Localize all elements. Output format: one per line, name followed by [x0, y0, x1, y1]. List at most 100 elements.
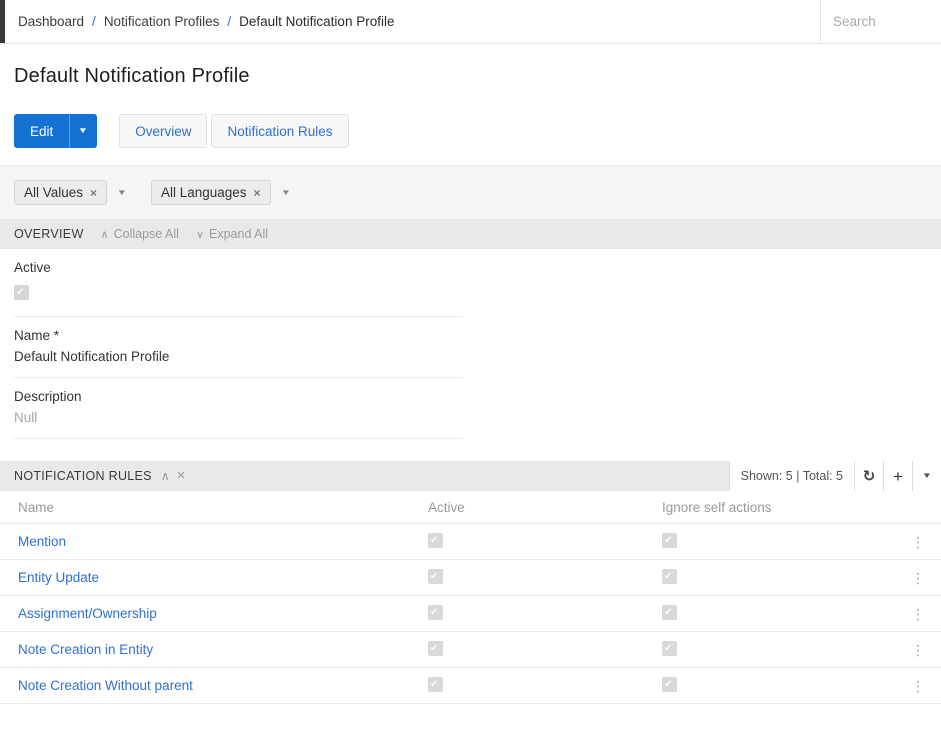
breadcrumb-notification-profiles[interactable]: Notification Profiles: [104, 14, 220, 29]
table-row: Entity Update ✔ ✔ ⋮: [0, 560, 941, 596]
table-row: Assignment/Ownership ✔ ✔ ⋮: [0, 596, 941, 632]
refresh-icon: ↻: [863, 469, 876, 484]
table-row: Mention ✔ ✔ ⋮: [0, 524, 941, 560]
notification-rules-tab-button[interactable]: Notification Rules: [211, 114, 348, 148]
notification-rules-table: Name Active Ignore self actions Mention …: [0, 491, 941, 704]
remove-tag-icon[interactable]: ×: [254, 187, 261, 199]
notification-rules-header-left: NOTIFICATION RULES ∧ ×: [14, 469, 185, 483]
check-icon: ✔: [664, 606, 672, 619]
overview-panel-header: OVERVIEW ∧ Collapse All ∨ Expand All: [0, 219, 941, 249]
add-rule-button[interactable]: +: [883, 461, 912, 491]
active-checkbox-checked: ✔: [428, 569, 443, 584]
table-row: Note Creation in Entity ✔ ✔ ⋮: [0, 632, 941, 668]
collapse-all-link[interactable]: ∧ Collapse All: [101, 227, 179, 241]
search-input[interactable]: [821, 0, 941, 43]
collapse-panel-icon[interactable]: ∧: [161, 470, 170, 482]
row-actions-menu-button[interactable]: ⋮: [905, 639, 931, 661]
kebab-icon: ⋮: [911, 678, 925, 694]
breadcrumb-separator: /: [92, 14, 96, 29]
check-icon: ✔: [16, 286, 24, 299]
breadcrumb-dashboard[interactable]: Dashboard: [18, 14, 84, 29]
panel-menu-button[interactable]: ▼: [912, 461, 941, 491]
breadcrumb-separator: /: [227, 14, 231, 29]
top-navbar: Dashboard / Notification Profiles / Defa…: [0, 0, 941, 44]
rule-link[interactable]: Mention: [18, 534, 66, 549]
field-active: Active ✔: [14, 249, 463, 317]
overview-panel-title: OVERVIEW: [14, 227, 84, 241]
field-description-label: Description: [14, 389, 463, 404]
refresh-button[interactable]: ↻: [854, 461, 883, 491]
field-name-value: Default Notification Profile: [14, 349, 463, 364]
column-header-active: Active: [410, 500, 644, 515]
shown-total-counter: Shown: 5 | Total: 5: [730, 461, 854, 491]
overview-panel-body: Active ✔ Name * Default Notification Pro…: [0, 249, 941, 461]
caret-down-icon[interactable]: ▼: [117, 189, 127, 197]
values-filter-label: All Values: [24, 185, 83, 200]
row-actions-menu-button[interactable]: ⋮: [905, 675, 931, 697]
kebab-icon: ⋮: [911, 570, 925, 586]
ignore-self-actions-checkbox-checked: ✔: [662, 533, 677, 548]
caret-down-icon[interactable]: ▼: [280, 189, 290, 197]
column-header-name: Name: [0, 500, 410, 515]
rule-link[interactable]: Note Creation in Entity: [18, 642, 153, 657]
edit-button[interactable]: Edit: [14, 114, 69, 148]
rule-link[interactable]: Note Creation Without parent: [18, 678, 193, 693]
row-actions-menu-button[interactable]: ⋮: [905, 531, 931, 553]
values-filter-tag[interactable]: All Values ×: [14, 180, 107, 205]
chevron-down-icon: ∨: [196, 228, 204, 241]
kebab-icon: ⋮: [911, 534, 925, 550]
field-name: Name * Default Notification Profile: [14, 317, 463, 378]
check-icon: ✔: [664, 678, 672, 691]
expand-all-link[interactable]: ∨ Expand All: [196, 227, 268, 241]
edit-dropdown-button[interactable]: ▼: [69, 114, 97, 148]
languages-filter: All Languages × ▼: [151, 180, 290, 205]
active-checkbox-checked: ✔: [428, 605, 443, 620]
check-icon: ✔: [430, 678, 438, 691]
rule-link[interactable]: Entity Update: [18, 570, 99, 585]
collapse-all-label: Collapse All: [114, 227, 179, 241]
check-icon: ✔: [430, 570, 438, 583]
edit-split-button: Edit ▼: [14, 114, 97, 148]
ignore-self-actions-checkbox-checked: ✔: [662, 641, 677, 656]
global-search: [820, 0, 941, 43]
notification-rules-header-actions: Shown: 5 | Total: 5 ↻ + ▼: [729, 461, 941, 491]
kebab-icon: ⋮: [911, 606, 925, 622]
notification-rules-panel: NOTIFICATION RULES ∧ × Shown: 5 | Total:…: [0, 461, 941, 704]
expand-all-label: Expand All: [209, 227, 268, 241]
notification-rules-panel-title: NOTIFICATION RULES: [14, 469, 152, 483]
rule-link[interactable]: Assignment/Ownership: [18, 606, 157, 621]
app-root: Dashboard / Notification Profiles / Defa…: [0, 0, 941, 731]
check-icon: ✔: [430, 606, 438, 619]
close-panel-icon[interactable]: ×: [177, 468, 186, 483]
action-button-row: Edit ▼ Overview Notification Rules: [14, 114, 927, 148]
values-filter: All Values × ▼: [14, 180, 126, 205]
check-icon: ✔: [664, 570, 672, 583]
languages-filter-label: All Languages: [161, 185, 247, 200]
column-header-ignore-self-actions: Ignore self actions: [644, 500, 895, 515]
ignore-self-actions-checkbox-checked: ✔: [662, 677, 677, 692]
active-checkbox-checked: ✔: [14, 285, 29, 300]
field-active-label: Active: [14, 260, 463, 275]
active-checkbox-checked: ✔: [428, 533, 443, 548]
plus-icon: +: [893, 468, 903, 485]
kebab-icon: ⋮: [911, 642, 925, 658]
chevron-up-icon: ∧: [101, 228, 109, 241]
check-icon: ✔: [664, 534, 672, 547]
remove-tag-icon[interactable]: ×: [90, 187, 97, 199]
ignore-self-actions-checkbox-checked: ✔: [662, 605, 677, 620]
overview-panel: OVERVIEW ∧ Collapse All ∨ Expand All Act…: [0, 219, 941, 461]
breadcrumb-current: Default Notification Profile: [239, 14, 394, 29]
languages-filter-tag[interactable]: All Languages ×: [151, 180, 271, 205]
active-checkbox-checked: ✔: [428, 677, 443, 692]
breadcrumb: Dashboard / Notification Profiles / Defa…: [5, 0, 820, 43]
caret-down-icon: ▼: [78, 127, 88, 135]
caret-down-icon: ▼: [922, 472, 932, 480]
check-icon: ✔: [664, 642, 672, 655]
row-actions-menu-button[interactable]: ⋮: [905, 567, 931, 589]
row-actions-menu-button[interactable]: ⋮: [905, 603, 931, 625]
ignore-self-actions-checkbox-checked: ✔: [662, 569, 677, 584]
page-title: Default Notification Profile: [14, 65, 927, 88]
notification-rules-panel-header: NOTIFICATION RULES ∧ × Shown: 5 | Total:…: [0, 461, 941, 491]
overview-tab-button[interactable]: Overview: [119, 114, 207, 148]
field-description-value: Null: [14, 410, 463, 425]
